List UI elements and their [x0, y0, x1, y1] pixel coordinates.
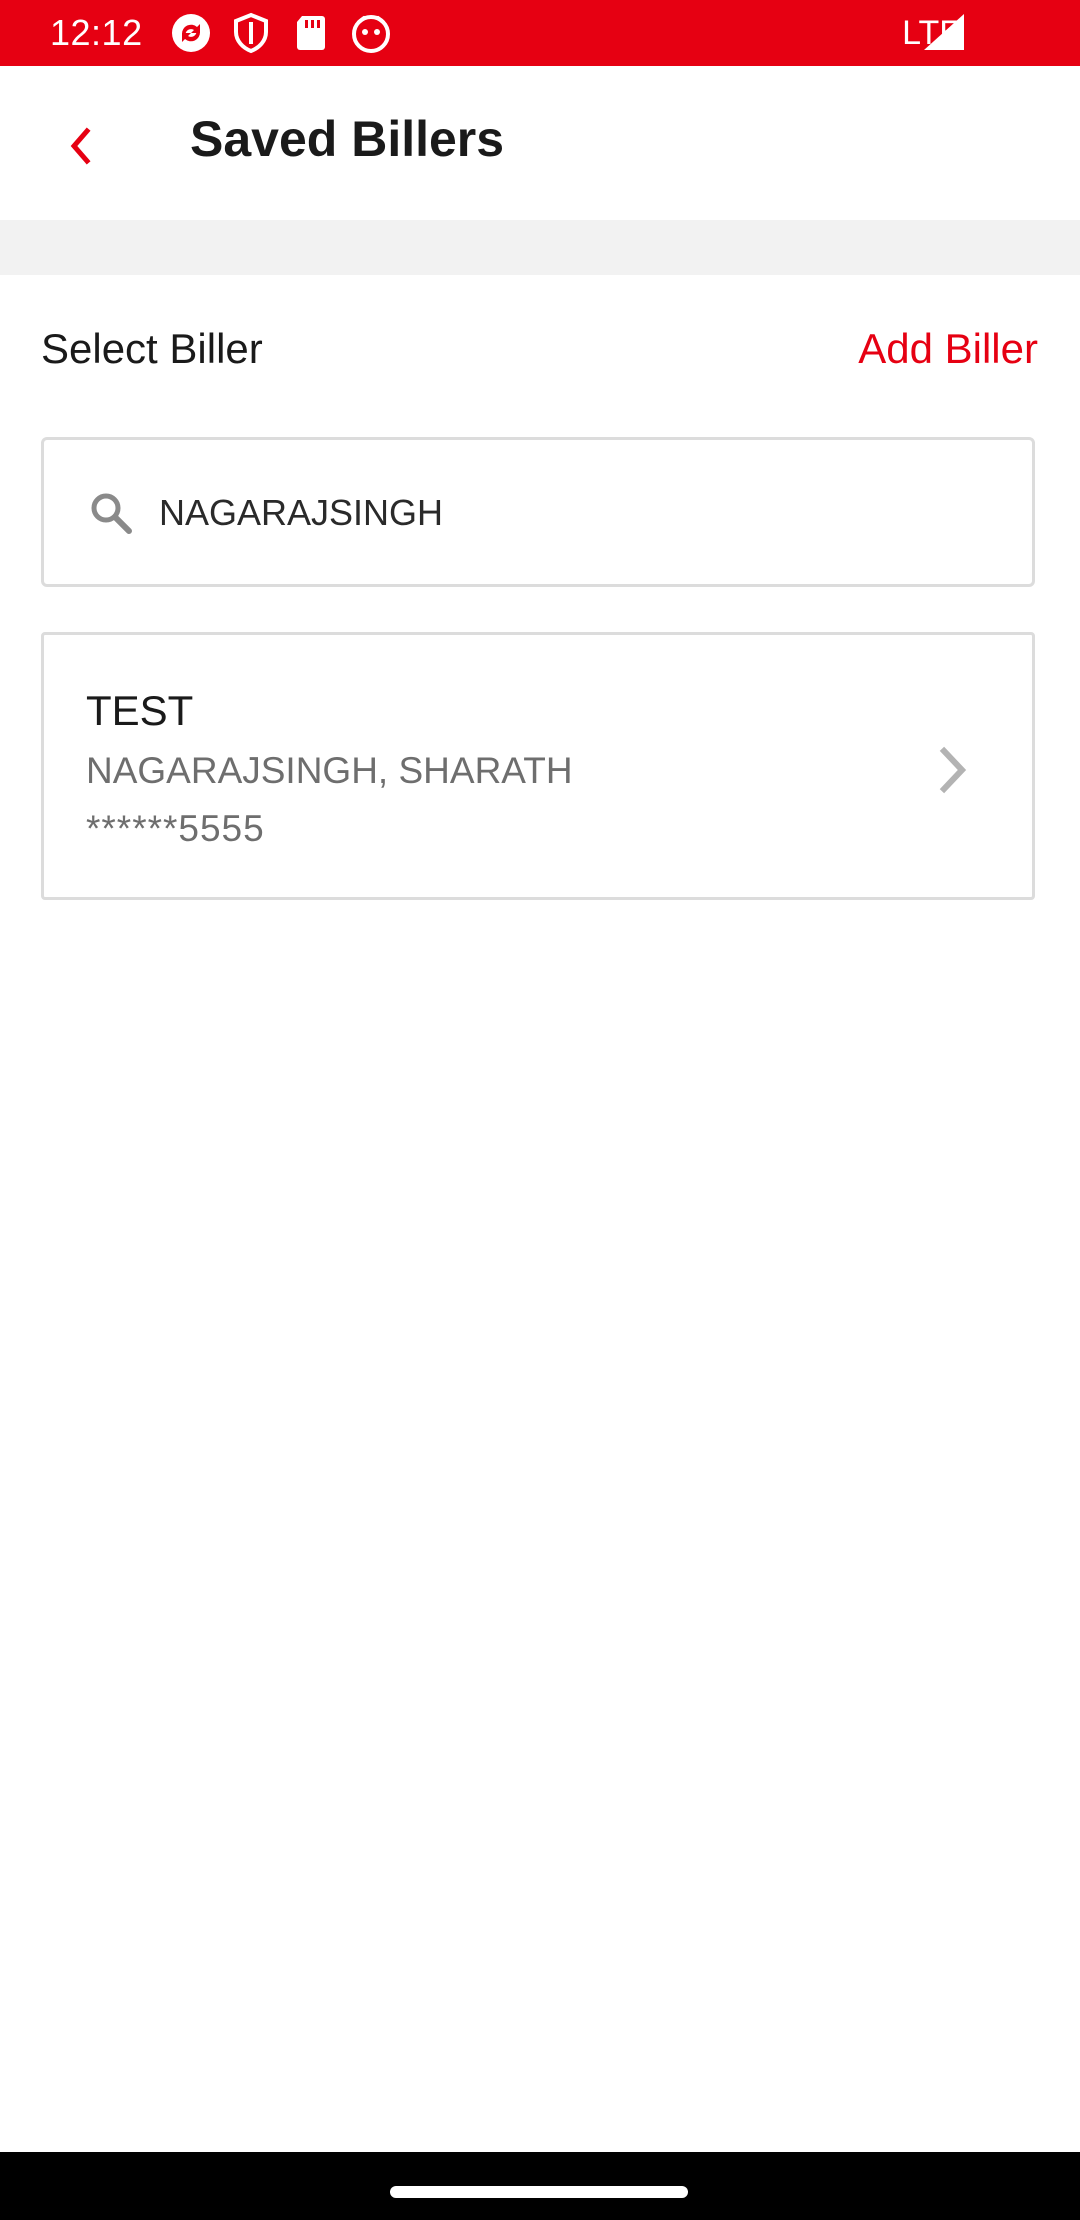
section-header: Select Biller Add Biller: [0, 275, 1080, 425]
sd-card-icon: [297, 16, 325, 50]
page-title: Saved Billers: [190, 111, 505, 167]
app-bar: Saved Billers: [0, 66, 1080, 220]
select-biller-label: Select Biller: [41, 325, 263, 372]
status-notification-icons: [170, 12, 392, 54]
sync-icon: [172, 14, 210, 52]
add-biller-button[interactable]: Add Biller: [858, 323, 1038, 375]
chevron-left-icon: [70, 127, 91, 165]
app-icon: [352, 15, 390, 53]
home-indicator[interactable]: [390, 2186, 688, 2198]
biller-list-item[interactable]: TEST NAGARAJSINGH, SHARATH ******5555: [41, 632, 1035, 900]
search-icon: [91, 493, 132, 534]
back-button[interactable]: [44, 110, 116, 182]
biller-name: TEST: [86, 687, 194, 734]
system-nav-bar: [0, 2152, 1080, 2220]
biller-account-number: ******5555: [86, 808, 265, 849]
status-time: 12:12: [50, 12, 143, 53]
chevron-right-icon: [939, 746, 967, 794]
status-bar: 12:12 LTE: [0, 0, 1080, 66]
signal-icon: [924, 14, 964, 50]
search-box[interactable]: [41, 437, 1035, 587]
section-divider: [0, 220, 1080, 275]
biller-holder-name: NAGARAJSINGH, SHARATH: [86, 750, 573, 791]
shield-icon: [234, 12, 268, 54]
search-input[interactable]: [159, 480, 999, 546]
